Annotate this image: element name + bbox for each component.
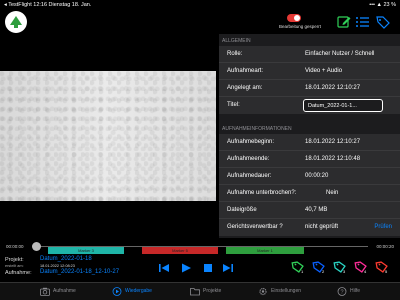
row-created: Angelegt am: 18.01.2022 12:10:27 <box>219 80 400 97</box>
status-right: ••• ▲ 23 % <box>369 2 396 8</box>
row-duration: Aufnahmedauer: 00:00:20 <box>219 168 400 185</box>
list-icon[interactable] <box>355 15 371 29</box>
row-label: Rolle: <box>227 51 243 57</box>
row-label: Aufnahmebeginn: <box>227 139 275 145</box>
tab-label: Wiedergabe <box>125 288 152 294</box>
app-header: Bearbeitung gesperrt <box>0 10 400 34</box>
info-section-header: AUFNAHMEINFORMATIONEN <box>222 126 292 132</box>
row-role: Rolle: Einfacher Nutzer / Schnell <box>219 46 400 63</box>
stop-icon[interactable] <box>202 262 214 274</box>
marker-bar[interactable]: Marker 5 <box>142 247 218 254</box>
marker-number: 5 <box>385 269 388 274</box>
marker-number: 4 <box>364 269 367 274</box>
tab-label: Einstellungen <box>271 288 302 294</box>
row-label: Gerichtsverwertbar ? <box>227 224 283 230</box>
marker-number: 1 <box>301 269 304 274</box>
row-value: Einfacher Nutzer / Schnell <box>305 51 375 57</box>
row-start: Aufnahmebeginn: 18.01.2022 12:10:27 <box>219 134 400 151</box>
marker-2-button[interactable]: 2 <box>312 260 326 274</box>
row-value: 18.01.2022 12:10:27 <box>305 139 361 145</box>
timeline[interactable]: 00:00:00 00:00:20 Marker 3 Marker 5 Mark… <box>0 238 400 256</box>
info-group: Aufnahmebeginn: 18.01.2022 12:10:27 Aufn… <box>219 134 400 236</box>
title-field[interactable]: Datum_2022-01-1... <box>303 99 383 112</box>
row-value: 00:00:20 <box>305 173 329 179</box>
marker-bar[interactable]: Marker 1 <box>226 247 304 254</box>
tab-label: Projekte <box>203 288 222 294</box>
general-section-header: ALLGEMEIN <box>222 38 251 44</box>
row-value: Nein <box>326 190 339 196</box>
row-value: 18.01.2022 12:10:27 <box>305 85 361 91</box>
row-label: Aufnahmeart: <box>227 68 264 74</box>
lock-label: Bearbeitung gesperrt <box>278 24 322 29</box>
question-icon: ? <box>337 287 347 296</box>
row-label: Angelegt am: <box>227 85 263 91</box>
video-player[interactable] <box>0 34 216 238</box>
marker-bar[interactable]: Marker 3 <box>48 247 124 254</box>
row-value: 40,7 MB <box>305 207 328 213</box>
row-label: Dateigröße <box>227 207 257 213</box>
gear-icon <box>259 287 267 296</box>
title-label: Titel: <box>227 102 240 108</box>
video-frame <box>0 71 216 201</box>
row-label: Aufnahmedauer: <box>227 173 272 179</box>
skip-back-icon[interactable] <box>158 262 170 274</box>
tab-bar: Aufnahme Wiedergabe Projekte Einstellung… <box>0 282 400 300</box>
general-group: Rolle: Einfacher Nutzer / Schnell Aufnah… <box>219 46 400 114</box>
recording-value: Datum_2022-01-18_12-10-27 <box>40 269 120 275</box>
tab-label: Aufnahme <box>53 288 76 294</box>
details-panel: ALLGEMEIN Rolle: Einfacher Nutzer / Schn… <box>219 34 400 238</box>
row-title: Titel: Datum_2022-01-1... <box>219 97 400 114</box>
created-value: 18.01.2022 12:08:23 <box>40 264 75 268</box>
edit-icon[interactable] <box>336 15 352 29</box>
tags-icon[interactable] <box>375 15 391 29</box>
row-label: Aufnahme unterbrochen?: <box>227 190 297 196</box>
created-label: erstellt am: <box>5 264 24 268</box>
status-left: ◂ TestFlight 12:16 Dienstag 18. Jan. <box>4 2 92 8</box>
recording-label: Aufnahme: <box>5 270 32 276</box>
check-button[interactable]: Prüfen <box>374 224 392 230</box>
folder-icon <box>190 288 200 296</box>
row-value: nicht geprüft <box>305 224 339 230</box>
row-value: 18.01.2022 12:10:48 <box>305 156 361 162</box>
row-court-usable: Gerichtsverwertbar ? nicht geprüft Prüfe… <box>219 219 400 236</box>
marker-number: 2 <box>322 269 325 274</box>
camera-icon <box>40 287 50 296</box>
timeline-scrubber[interactable] <box>32 242 41 251</box>
row-filesize: Dateigröße 40,7 MB <box>219 202 400 219</box>
play-icon[interactable] <box>180 262 192 274</box>
marker-3-button[interactable]: 3 <box>333 260 347 274</box>
marker-4-button[interactable]: 4 <box>354 260 368 274</box>
project-value: Datum_2022-01-18 <box>40 256 92 262</box>
marker-number: 3 <box>343 269 346 274</box>
play-circle-icon <box>112 287 122 296</box>
status-bar: ◂ TestFlight 12:16 Dienstag 18. Jan. •••… <box>0 0 400 10</box>
player-bar: Projekt: Datum_2022-01-18 erstellt am: 1… <box>0 256 400 280</box>
timeline-end: 00:00:20 <box>376 244 394 249</box>
svg-text:?: ? <box>340 290 343 296</box>
edit-lock-toggle[interactable]: Bearbeitung gesperrt <box>270 14 330 34</box>
skip-forward-icon[interactable] <box>222 262 234 274</box>
row-value: Video + Audio <box>305 68 343 74</box>
lock-switch[interactable] <box>287 14 301 22</box>
app-logo <box>5 11 27 33</box>
row-end: Aufnahmeende: 18.01.2022 12:10:48 <box>219 151 400 168</box>
project-label: Projekt: <box>5 257 24 263</box>
timeline-start: 00:00:00 <box>6 244 24 249</box>
row-interrupted: Aufnahme unterbrochen?: Nein <box>219 185 400 202</box>
row-label: Aufnahmeende: <box>227 156 270 162</box>
marker-5-button[interactable]: 5 <box>375 260 389 274</box>
marker-1-button[interactable]: 1 <box>291 260 305 274</box>
row-recording-type: Aufnahmeart: Video + Audio <box>219 63 400 80</box>
tab-label: Hilfe <box>350 288 361 294</box>
